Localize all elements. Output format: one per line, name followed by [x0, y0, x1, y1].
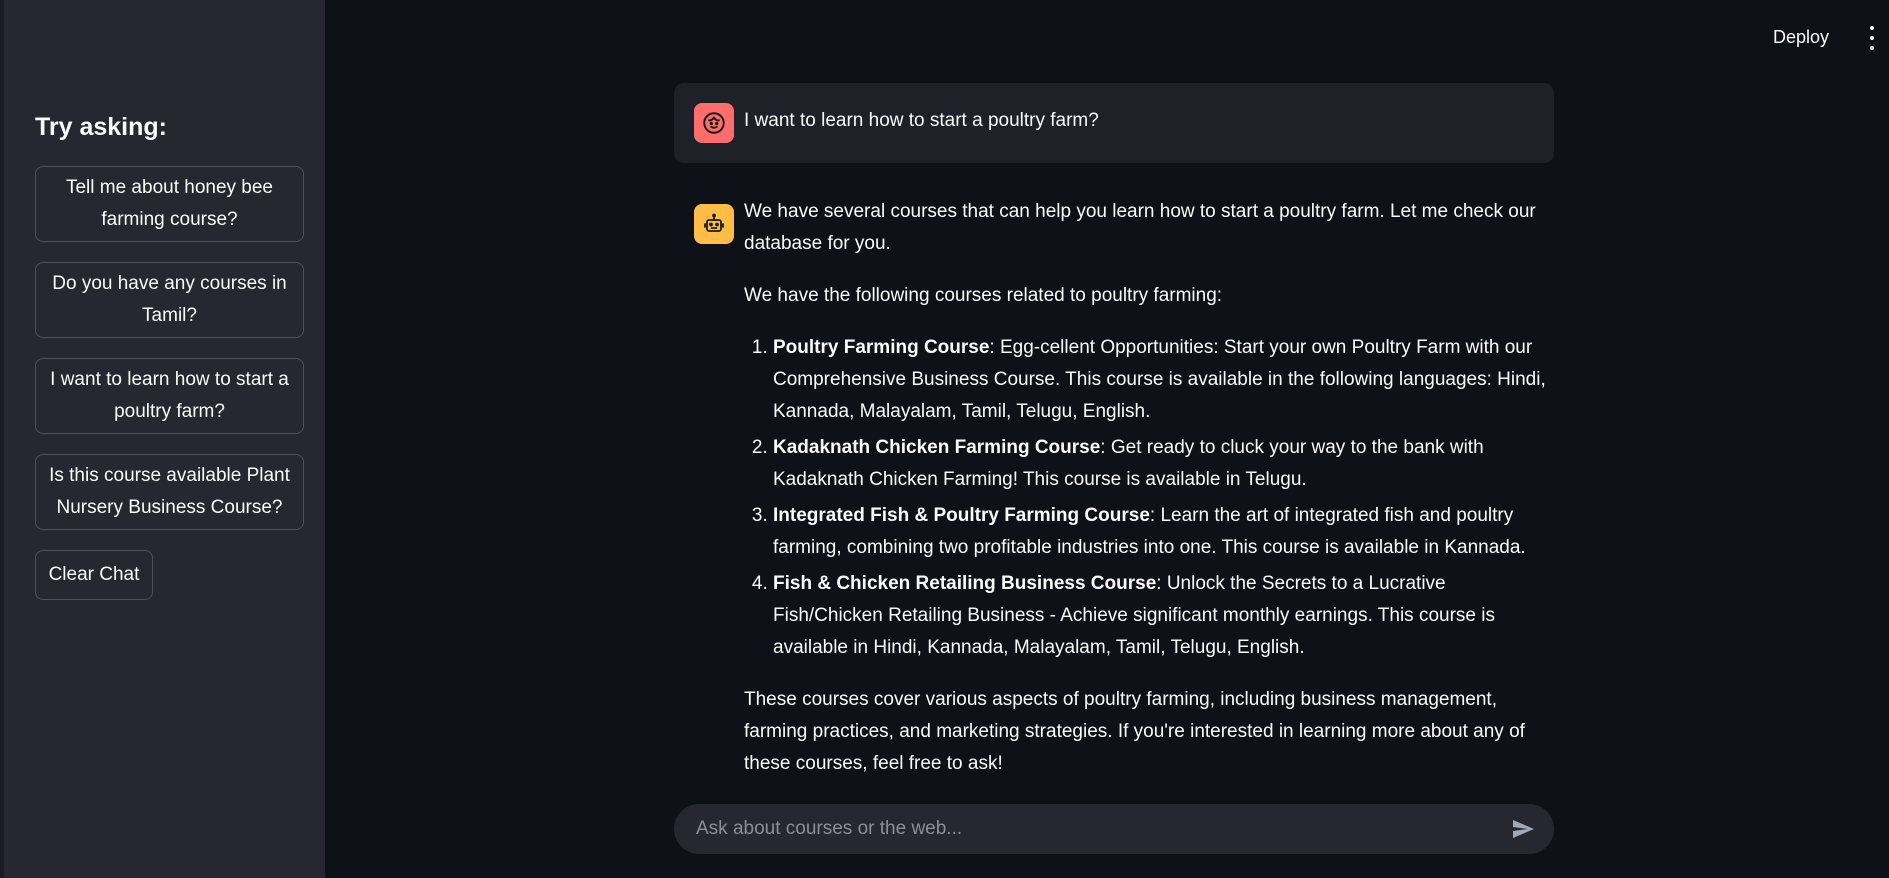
- course-list-item: Kadaknath Chicken Farming Course: Get re…: [773, 432, 1559, 496]
- kebab-dot: [1870, 36, 1874, 40]
- suggestion-button-poultry[interactable]: I want to learn how to start a poultry f…: [35, 358, 304, 434]
- kebab-dot: [1870, 46, 1874, 50]
- assistant-intro-text: We have several courses that can help yo…: [744, 201, 1536, 254]
- chat-input-bar: [674, 804, 1554, 854]
- assistant-message-body: We have several courses that can help yo…: [744, 196, 1559, 800]
- chat-input[interactable]: [694, 804, 1494, 854]
- course-list-item: Integrated Fish & Poultry Farming Course…: [773, 500, 1559, 564]
- user-message: I want to learn how to start a poultry f…: [674, 83, 1554, 163]
- course-name: Integrated Fish & Poultry Farming Course: [773, 505, 1150, 526]
- course-list: Poultry Farming Course: Egg-cellent Oppo…: [744, 332, 1559, 664]
- course-name: Poultry Farming Course: [773, 337, 990, 358]
- sidebar: Try asking: Tell me about honey bee farm…: [0, 0, 325, 878]
- course-list-item: Fish & Chicken Retailing Business Course…: [773, 568, 1559, 664]
- user-message-text: I want to learn how to start a poultry f…: [744, 110, 1099, 131]
- sidebar-title: Try asking:: [35, 113, 167, 141]
- course-list-item: Poultry Farming Course: Egg-cellent Oppo…: [773, 332, 1559, 428]
- kebab-menu-icon[interactable]: [1865, 26, 1879, 50]
- app-root: Try asking: Tell me about honey bee farm…: [0, 0, 1889, 878]
- course-name: Kadaknath Chicken Farming Course: [773, 437, 1101, 458]
- suggestion-button-plant-nursery[interactable]: Is this course available Plant Nursery B…: [35, 454, 304, 530]
- course-name: Fish & Chicken Retailing Business Course: [773, 573, 1157, 594]
- deploy-button[interactable]: Deploy: [1773, 27, 1829, 48]
- suggestion-button-tamil[interactable]: Do you have any courses in Tamil?: [35, 262, 304, 338]
- kebab-dot: [1870, 26, 1874, 30]
- send-icon[interactable]: [1510, 817, 1536, 841]
- clear-chat-button[interactable]: Clear Chat: [35, 550, 153, 600]
- suggestion-button-honey-bee[interactable]: Tell me about honey bee farming course?: [35, 166, 304, 242]
- main-area: Deploy I want to learn how to start a po…: [325, 0, 1889, 878]
- assistant-outro-text: These courses cover various aspects of p…: [744, 689, 1525, 774]
- robot-avatar-icon: [694, 204, 734, 244]
- user-avatar-icon: [694, 103, 734, 143]
- assistant-list-intro: We have the following courses related to…: [744, 285, 1223, 306]
